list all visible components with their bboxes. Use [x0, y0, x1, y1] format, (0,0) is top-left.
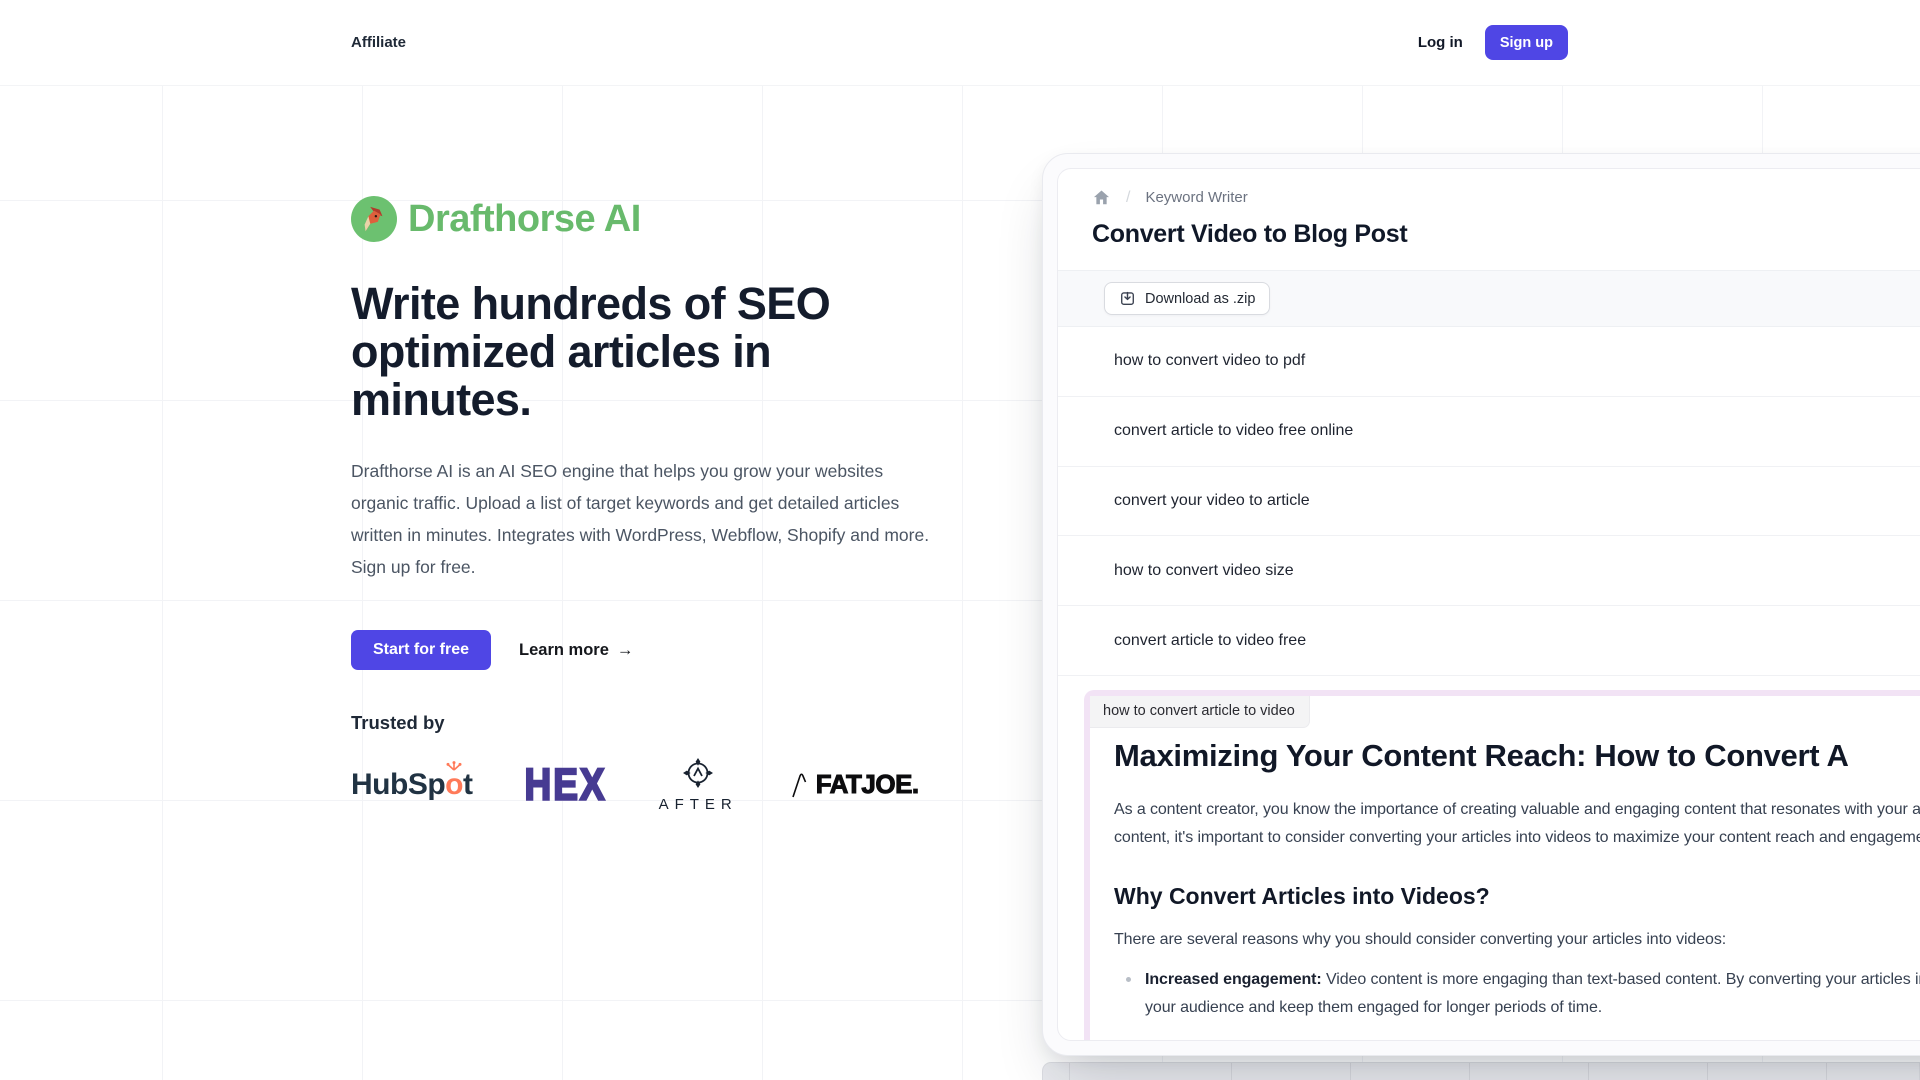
- horse-icon: [351, 196, 397, 242]
- brand-logo: Drafthorse AI: [351, 196, 961, 242]
- fatjoe-mark-icon: [790, 771, 816, 799]
- article-intro-line: As a content creator, you know the impor…: [1114, 796, 1920, 824]
- keyword-row[interactable]: convert article to video free online: [1058, 397, 1920, 467]
- article-content: Maximizing Your Content Reach: How to Co…: [1090, 728, 1920, 1022]
- bullet-bold: Increased engagement:: [1145, 971, 1322, 988]
- learn-more-link[interactable]: Learn more →: [519, 641, 633, 660]
- trusted-by-label: Trusted by: [351, 712, 961, 734]
- keyword-row[interactable]: convert your video to article: [1058, 467, 1920, 537]
- compass-icon: [681, 756, 715, 790]
- hubspot-logo: HubSpot: [351, 768, 472, 802]
- hovered-keyword-chip[interactable]: how to convert article to video: [1090, 696, 1310, 728]
- keyword-row[interactable]: how to convert video size: [1058, 536, 1920, 606]
- login-button[interactable]: Log in: [1418, 34, 1463, 51]
- learn-more-label: Learn more: [519, 641, 609, 660]
- arrow-right-icon: →: [617, 641, 634, 660]
- article-intro: As a content creator, you know the impor…: [1114, 796, 1920, 852]
- home-icon[interactable]: [1092, 188, 1111, 207]
- article-bullet-list: Increased engagement: Video content is m…: [1114, 966, 1920, 1022]
- signup-button[interactable]: Sign up: [1485, 25, 1568, 60]
- trusted-logos: HubSpot HEX AFTER FATJOE.: [351, 756, 961, 813]
- keyword-row[interactable]: how to convert video to pdf: [1058, 327, 1920, 397]
- brand-name: Drafthorse AI: [408, 198, 641, 241]
- top-nav: Affiliate Log in Sign up: [0, 0, 1920, 86]
- breadcrumb-separator: /: [1126, 189, 1130, 207]
- bullet-item: Increased engagement: Video content is m…: [1114, 966, 1920, 994]
- table-toolbar: Download as .zip: [1058, 270, 1920, 327]
- keyword-row[interactable]: convert article to video free: [1058, 606, 1920, 676]
- download-label: Download as .zip: [1145, 291, 1255, 307]
- download-icon: [1119, 290, 1136, 307]
- next-table-edge: [1042, 1062, 1920, 1080]
- start-for-free-button[interactable]: Start for free: [351, 630, 491, 670]
- hubspot-sprocket-icon: o: [445, 768, 463, 802]
- page-title: Convert Video to Blog Post: [1058, 207, 1920, 249]
- app-window-frame: / Keyword Writer Convert Video to Blog P…: [1042, 153, 1920, 1056]
- hubspot-o: o: [445, 768, 463, 801]
- article-title: Maximizing Your Content Reach: How to Co…: [1114, 738, 1920, 774]
- hubspot-text: HubSp: [351, 768, 445, 802]
- article-section-heading: Why Convert Articles into Videos?: [1114, 883, 1920, 910]
- breadcrumb-current: Keyword Writer: [1145, 189, 1247, 206]
- breadcrumb: / Keyword Writer: [1058, 169, 1920, 207]
- hero-section: Drafthorse AI Write hundreds of SEO opti…: [351, 196, 961, 813]
- bullet-item-continued: your audience and keep them engaged for …: [1114, 994, 1920, 1022]
- hubspot-text-end: t: [463, 768, 473, 802]
- article-section-intro: There are several reasons why you should…: [1114, 931, 1920, 949]
- fatjoe-logo: FATJOE.: [790, 769, 919, 800]
- affiliate-link[interactable]: Affiliate: [351, 34, 406, 51]
- after-logo: AFTER: [659, 756, 738, 813]
- article-preview-popover: how to convert article to video Maximizi…: [1084, 690, 1920, 1040]
- hero-description: Drafthorse AI is an AI SEO engine that h…: [351, 455, 941, 583]
- article-intro-line: content, it's important to consider conv…: [1114, 824, 1920, 852]
- fatjoe-wordmark: FATJOE.: [816, 769, 919, 800]
- nav-right-group: Log in Sign up: [1418, 25, 1568, 60]
- bullet-text: Video content is more engaging than text…: [1322, 971, 1920, 988]
- hero-headline: Write hundreds of SEO optimized articles…: [351, 280, 871, 424]
- cta-row: Start for free Learn more →: [351, 630, 961, 670]
- hex-logo: HEX: [524, 759, 606, 809]
- download-zip-button[interactable]: Download as .zip: [1104, 282, 1270, 315]
- app-window: / Keyword Writer Convert Video to Blog P…: [1057, 168, 1920, 1041]
- after-wordmark: AFTER: [659, 796, 738, 813]
